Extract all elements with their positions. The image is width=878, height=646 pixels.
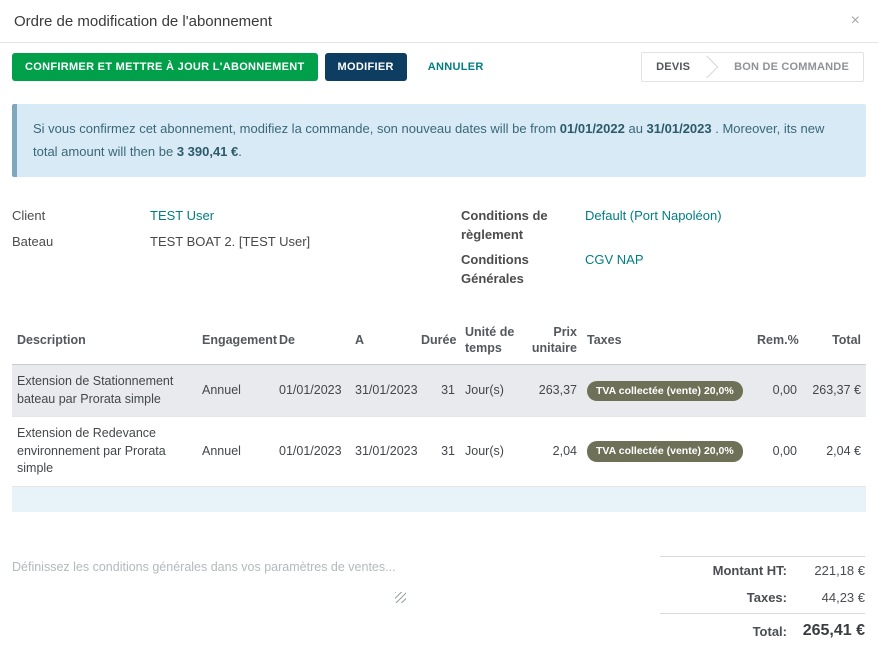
alert-text: . — [238, 144, 242, 160]
header-taxes: Taxes — [582, 320, 752, 366]
resize-handle-icon[interactable] — [395, 592, 406, 604]
cell-de: 01/01/2023 — [274, 364, 350, 418]
modal-title: Ordre de modification de l'abonnement — [14, 12, 273, 30]
header-a: A — [350, 320, 416, 366]
toolbar-buttons: CONFIRMER ET METTRE À JOUR L'ABONNEMENT … — [12, 53, 497, 81]
confirm-update-subscription-button[interactable]: CONFIRMER ET METTRE À JOUR L'ABONNEMENT — [12, 53, 318, 81]
cell-unite: Jour(s) — [460, 416, 520, 487]
header-description: Description — [12, 320, 197, 366]
table-row[interactable]: Extension de Redevance environnement par… — [12, 416, 866, 487]
cell-taxes: TVA collectée (vente) 20,0% — [582, 364, 752, 418]
terms-and-conditions-area — [12, 560, 406, 609]
cell-a: 31/01/2023 — [350, 416, 418, 487]
cell-rem: 0,00 — [752, 364, 802, 418]
header-unite-de-temps: Unité de temps — [460, 320, 520, 366]
header-prix-unitaire: Prix unitaire — [520, 320, 582, 366]
totals-summary: Montant HT: 221,18 € Taxes: 44,23 € Tota… — [660, 556, 865, 646]
header-total: Total — [802, 320, 866, 366]
order-lines-table: Description Engagement De A Durée Unité … — [12, 320, 866, 513]
tax-badge: TVA collectée (vente) 20,0% — [587, 380, 743, 402]
empty-highlight-row[interactable] — [12, 486, 866, 513]
cell-rem: 0,00 — [752, 416, 802, 487]
cell-taxes: TVA collectée (vente) 20,0% — [582, 416, 752, 487]
cell-engagement: Annuel — [197, 364, 274, 418]
cell-engagement: Annuel — [197, 416, 274, 487]
statusbar-step-bon-de-commande[interactable]: BON DE COMMANDE — [720, 53, 863, 81]
client-link[interactable]: TEST User — [150, 207, 214, 226]
payment-terms-link[interactable]: Default (Port Napoléon) — [585, 207, 722, 226]
taxes-row: Taxes: 44,23 € — [660, 584, 865, 611]
payment-terms-label: Conditions de règlement — [461, 207, 548, 242]
header-de: De — [274, 320, 350, 366]
close-icon[interactable]: × — [847, 11, 864, 31]
cancel-button[interactable]: ANNULER — [415, 53, 497, 81]
tax-badge: TVA collectée (vente) 20,0% — [587, 441, 743, 462]
modify-button[interactable]: MODIFIER — [324, 53, 407, 81]
bateau-value: TEST BOAT 2. [TEST User] — [150, 233, 311, 249]
confirmation-info-alert: Si vous confirmez cet abonnement, modifi… — [12, 104, 866, 177]
header-duree: Durée — [416, 320, 460, 366]
total-row: Total: 265,41 € — [660, 613, 865, 646]
fields-left-column: Client TEST User Bateau TEST BOAT 2. [TE… — [12, 207, 439, 296]
general-conditions-label: Conditions Générales — [461, 252, 529, 287]
cell-total: 2,04 € — [802, 416, 866, 487]
payment-terms-field: Conditions de règlement Default (Port Na… — [461, 207, 866, 245]
montant-ht-label: Montant HT: — [712, 563, 787, 579]
cell-prix: 263,37 — [520, 364, 582, 418]
alert-date-from: 01/01/2022 — [559, 121, 625, 136]
statusbar-arrow-icon — [704, 53, 720, 81]
cell-duree: 31 — [416, 416, 460, 487]
header-rem: Rem.% — [752, 320, 802, 366]
footer: Montant HT: 221,18 € Taxes: 44,23 € Tota… — [12, 556, 866, 646]
montant-ht-row: Montant HT: 221,18 € — [660, 556, 865, 584]
alert-text: au — [624, 121, 647, 136]
cell-total: 263,37 € — [802, 364, 866, 418]
table-row[interactable]: Extension de Stationnement bateau par Pr… — [12, 364, 866, 418]
general-conditions-field: Conditions Générales CGV NAP — [461, 251, 866, 289]
cell-a: 31/01/2023 — [350, 364, 418, 418]
cell-description: Extension de Redevance environnement par… — [12, 416, 197, 487]
statusbar: DEVIS BON DE COMMANDE — [641, 52, 864, 82]
total-label: Total: — [752, 623, 787, 639]
cell-de: 01/01/2023 — [274, 416, 350, 487]
general-conditions-link[interactable]: CGV NAP — [585, 251, 644, 270]
modal-header: Ordre de modification de l'abonnement × — [0, 0, 878, 43]
total-value: 265,41 € — [802, 622, 865, 640]
cell-duree: 31 — [416, 364, 460, 418]
alert-date-to: 31/01/2023 — [646, 121, 712, 136]
form-fields: Client TEST User Bateau TEST BOAT 2. [TE… — [12, 207, 866, 296]
cell-unite: Jour(s) — [460, 364, 520, 418]
subscription-modification-modal: Ordre de modification de l'abonnement × … — [0, 0, 878, 646]
fields-right-column: Conditions de règlement Default (Port Na… — [439, 207, 866, 296]
client-label: Client — [12, 207, 46, 223]
alert-amount: 3 390,41 € — [176, 144, 239, 160]
taxes-label: Taxes: — [746, 590, 787, 606]
alert-text: Si vous confirmez cet abonnement, modifi… — [33, 121, 560, 136]
terms-textarea[interactable] — [12, 560, 400, 607]
client-field: Client TEST User — [12, 207, 439, 226]
bateau-field: Bateau TEST BOAT 2. [TEST User] — [12, 233, 439, 252]
bateau-label: Bateau — [12, 233, 54, 249]
toolbar: CONFIRMER ET METTRE À JOUR L'ABONNEMENT … — [0, 43, 878, 90]
cell-prix: 2,04 — [520, 416, 582, 487]
header-engagement: Engagement — [197, 320, 277, 366]
table-header-row: Description Engagement De A Durée Unité … — [12, 320, 866, 366]
taxes-value: 44,23 € — [821, 590, 865, 606]
cell-description: Extension de Stationnement bateau par Pr… — [12, 364, 197, 418]
montant-ht-value: 221,18 € — [814, 563, 865, 579]
